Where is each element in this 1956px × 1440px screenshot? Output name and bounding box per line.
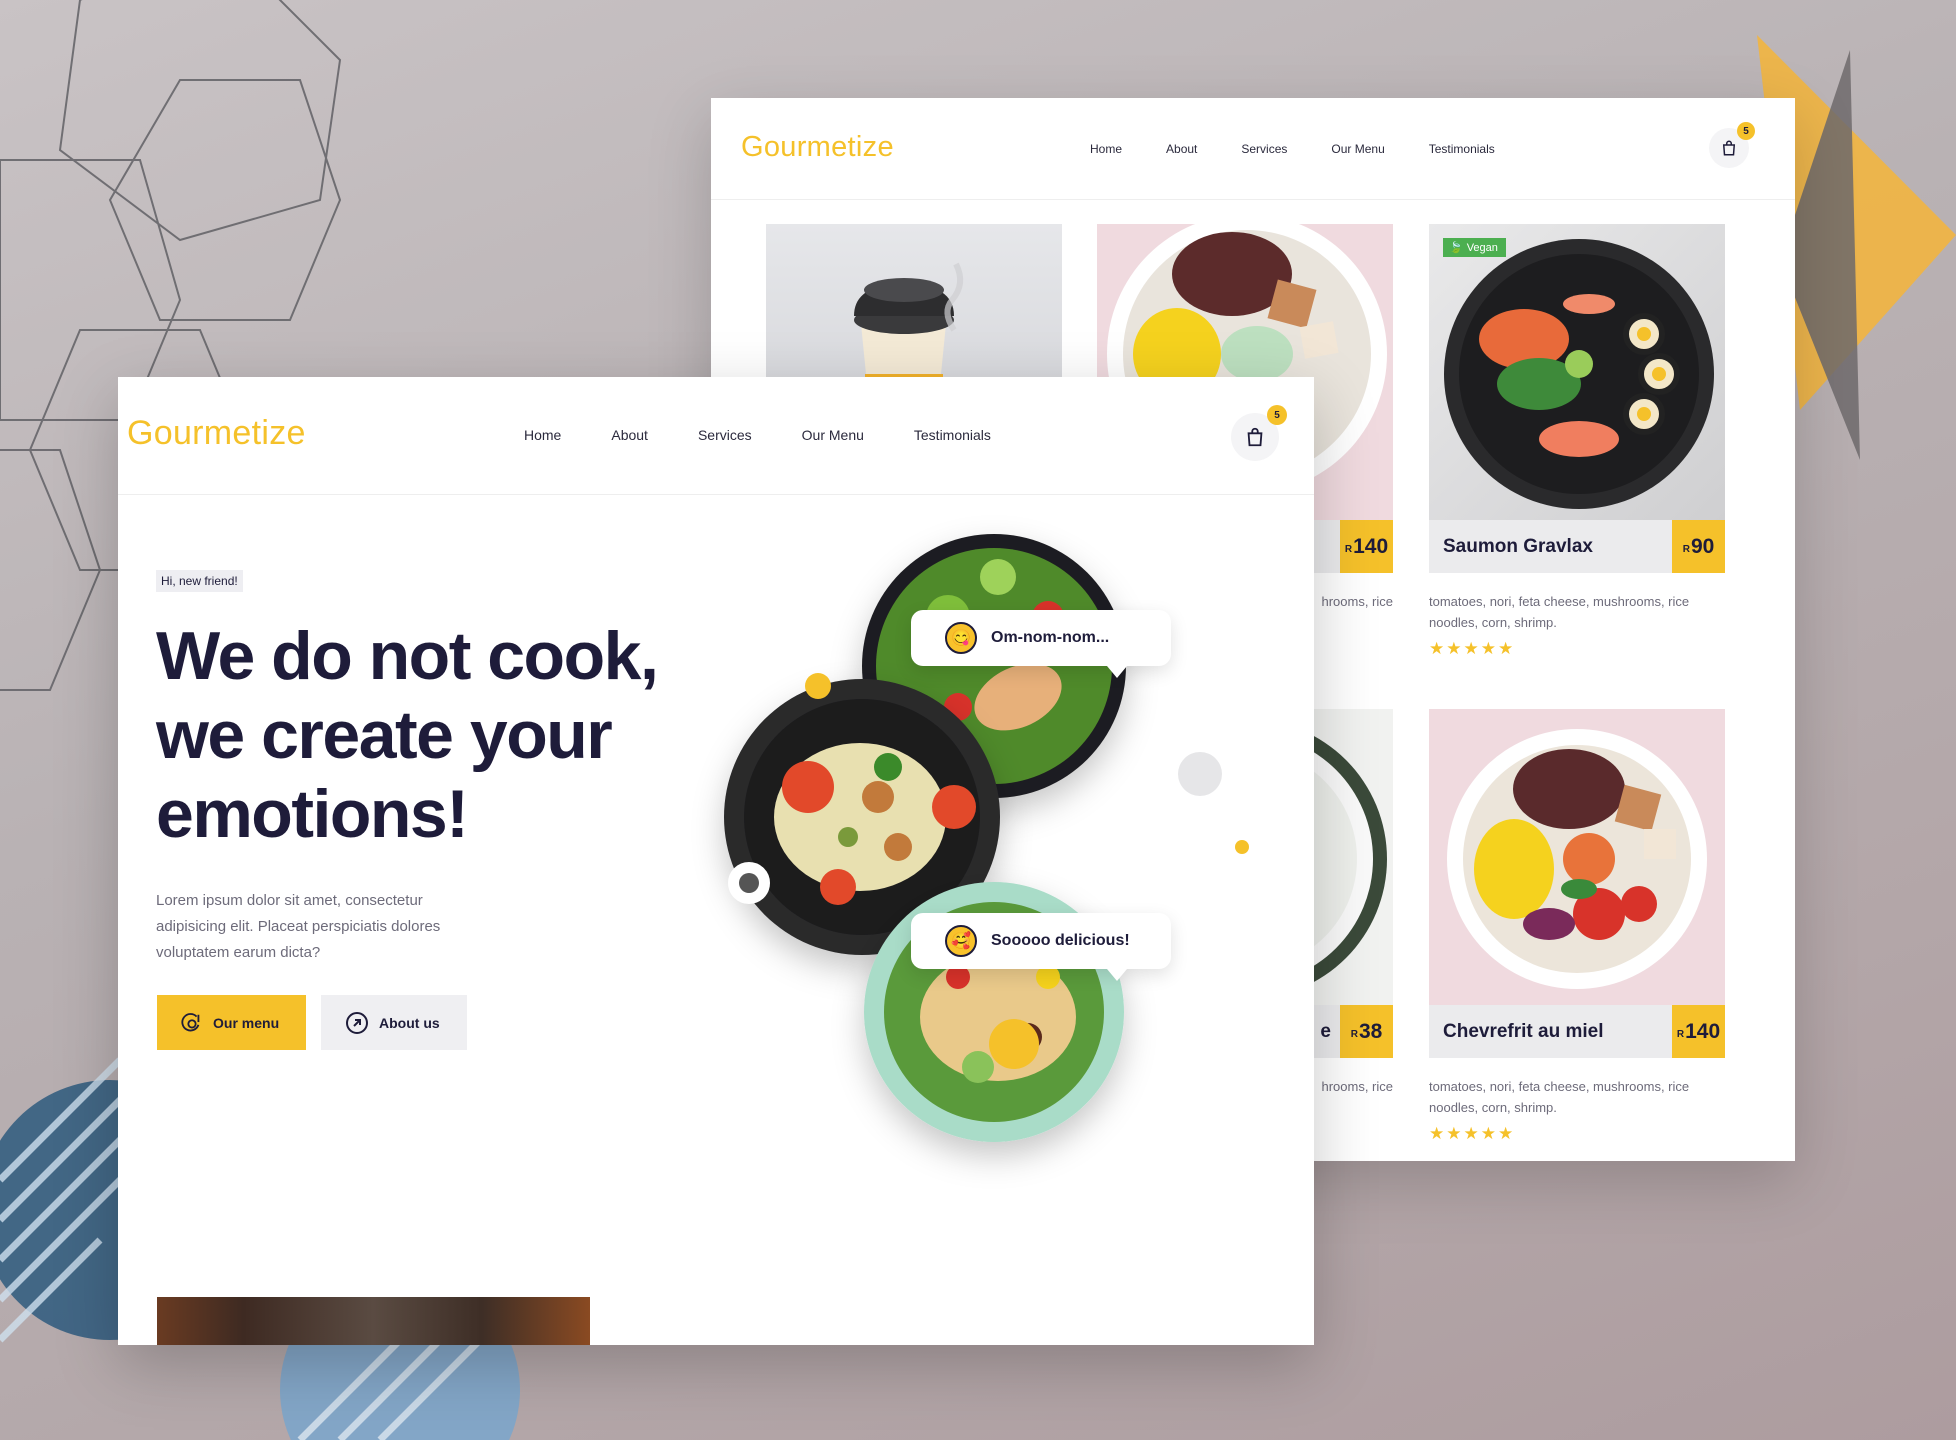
sushi-plate-image: 🍃 Vegan: [1429, 224, 1725, 520]
card-title: Chevrefrit au miel: [1443, 1021, 1604, 1042]
nav-testimonials[interactable]: Testimonials: [1429, 142, 1495, 156]
about-us-button[interactable]: About us: [321, 995, 467, 1050]
rating-stars: ★★★★★: [1429, 639, 1516, 658]
heart-eyes-face-icon: 🥰: [945, 925, 977, 957]
yum-face-icon: 😋: [945, 622, 977, 654]
hero-page-window: Gourmetize Home About Services Our Menu …: [118, 377, 1314, 1345]
menu-card-saumon-gravlax[interactable]: 🍃 Vegan Saumon Gravlax R 90 tomatoes, nor…: [1429, 224, 1725, 658]
nav-services[interactable]: Services: [1241, 142, 1287, 156]
hero-subtitle: Lorem ipsum dolor sit amet, consectetur …: [156, 892, 441, 961]
card-price: R 140: [1672, 1005, 1725, 1058]
chat-bubble-delicious: 🥰 Sooooo delicious!: [911, 913, 1171, 981]
nav-home[interactable]: Home: [1090, 142, 1122, 156]
card-description: tomatoes, nori, feta cheese, mushrooms, …: [1429, 1079, 1690, 1115]
nav-our-menu[interactable]: Our Menu: [1331, 142, 1384, 156]
card-title-bar: Saumon Gravlax R 90: [1429, 520, 1725, 573]
restaurant-photo-strip: [157, 1297, 590, 1345]
shopping-bag-icon: [1722, 140, 1736, 156]
greeting-tag: Hi, new friend!: [156, 570, 243, 592]
arrow-up-right-circle-icon: [346, 1011, 368, 1034]
dish-icon: [181, 1012, 200, 1031]
rating-stars: ★★★★★: [1429, 1124, 1516, 1143]
card-price: R 90: [1672, 520, 1725, 573]
vegan-badge: 🍃 Vegan: [1443, 238, 1506, 257]
poke-bowl-image: [1429, 709, 1725, 1005]
nav-about[interactable]: About: [1166, 142, 1197, 156]
card-price: R 38: [1340, 1005, 1393, 1058]
menu-card-chevrefrit-au-miel[interactable]: Chevrefrit au miel R 140 tomatoes, nori, …: [1429, 709, 1725, 1143]
cart-count-badge: 5: [1737, 122, 1755, 140]
menu-page-navbar: Gourmetize Home About Services Our Menu …: [711, 98, 1795, 200]
salad-plates-illustration: [219, 534, 1249, 1319]
chat-bubble-om-nom: 😋 Om-nom-nom...: [911, 610, 1171, 678]
our-menu-button[interactable]: Our menu: [157, 995, 306, 1050]
card-title: Saumon Gravlax: [1443, 536, 1593, 557]
card-title: e: [1320, 1021, 1331, 1042]
nav-links: Home About Services Our Menu Testimonial…: [1090, 142, 1539, 156]
brand-logo[interactable]: Gourmetize: [741, 131, 894, 164]
hero-title: We do not cook, we create your emotions!: [156, 618, 659, 852]
card-title-bar: Chevrefrit au miel R 140: [1429, 1005, 1725, 1058]
leaf-icon: 🍃: [1449, 242, 1463, 254]
cart-button[interactable]: 5: [1709, 122, 1755, 168]
card-description: tomatoes, nori, feta cheese, mushrooms, …: [1429, 594, 1690, 630]
card-price: R 140: [1340, 520, 1393, 573]
